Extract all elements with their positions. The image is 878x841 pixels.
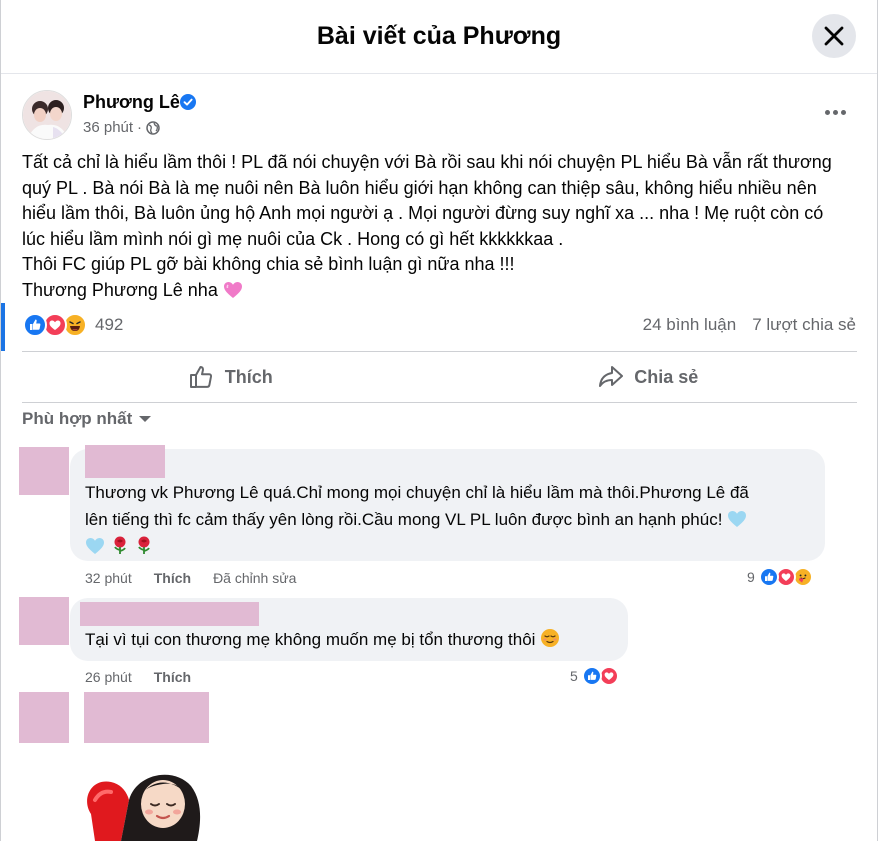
comment-reaction-count: 9 — [747, 569, 755, 585]
post-body: Tất cả chỉ là hiểu lầm thôi ! PL đã nói … — [22, 150, 862, 304]
commenter-name-redacted[interactable] — [84, 692, 209, 743]
like-reaction-icon — [23, 313, 47, 337]
post-stats: 24 bình luận 7 lượt chia sẻ — [643, 315, 856, 335]
reaction-summary[interactable]: 492 — [23, 312, 123, 338]
action-bar: Thích Chia sẻ — [22, 351, 857, 403]
pink-heart-emoji-icon — [223, 281, 242, 298]
light-blue-heart-emoji-icon — [86, 538, 104, 554]
heart-hug-sticker[interactable] — [81, 764, 221, 841]
comment-like-button[interactable]: Thích — [154, 669, 191, 685]
comment-avatar-redacted[interactable] — [19, 692, 69, 743]
more-dot-icon — [824, 109, 830, 115]
like-button[interactable]: Thích — [22, 352, 440, 402]
share-button[interactable]: Chia sẻ — [440, 352, 858, 402]
author-avatar[interactable] — [22, 90, 72, 140]
comment-time[interactable]: 32 phút — [85, 570, 132, 586]
more-dot-icon — [832, 109, 838, 115]
more-options-button[interactable] — [815, 98, 855, 126]
post-line: Thôi FC giúp PL gỡ bài không chia sẻ bìn… — [22, 254, 515, 275]
post-dialog: Bài viết của Phương Phương Lê 36 phút · — [0, 0, 878, 841]
share-arrow-icon — [599, 366, 624, 387]
comment-emoji-line — [85, 533, 820, 560]
relieved-face-emoji-icon — [541, 629, 560, 647]
comment-edited-label[interactable]: Đã chỉnh sửa — [213, 570, 296, 586]
love-reaction-icon — [775, 567, 796, 587]
commenter-name-redacted[interactable] — [80, 602, 259, 626]
close-button[interactable] — [812, 14, 856, 58]
post-line: quý PL . Bà nói Bà là mẹ nuôi nên Bà luô… — [22, 177, 817, 198]
comment-text: Thương vk Phương Lê quá.Chỉ mong mọi chu… — [85, 479, 820, 560]
comments-count[interactable]: 24 bình luận — [643, 315, 737, 335]
comment-line: Tại vì tụi con thương mẹ không muốn mẹ b… — [85, 630, 536, 649]
dialog-header: Bài viết của Phương — [1, 0, 877, 74]
comment-line-2: lên tiếng thì fc cảm thấy yên lòng rồi.C… — [85, 506, 820, 533]
globe-icon — [146, 120, 160, 135]
comment-reactions[interactable]: 5 — [570, 666, 619, 686]
post-line: hiểu lầm thôi, Bà luôn ủng hộ Anh mọi ng… — [22, 203, 824, 224]
comment-meta: 32 phút Thích Đã chỉnh sửa — [85, 570, 296, 586]
close-icon — [824, 26, 844, 46]
reaction-count: 492 — [95, 315, 124, 334]
author-name[interactable]: Phương Lê — [83, 92, 180, 113]
comment-meta: 26 phút Thích — [85, 669, 191, 685]
shares-count[interactable]: 7 lượt chia sẻ — [752, 315, 856, 335]
dialog-title: Bài viết của Phương — [316, 22, 562, 50]
light-blue-heart-emoji-icon — [728, 511, 747, 527]
comment-sort-dropdown[interactable]: Phù hợp nhất — [22, 409, 152, 429]
share-label: Chia sẻ — [634, 366, 699, 387]
thumbs-up-icon — [189, 366, 212, 388]
comment-time[interactable]: 26 phút — [85, 669, 132, 685]
rose-emoji-icon — [138, 536, 151, 554]
post-line: Tất cả chỉ là hiểu lầm thôi ! PL đã nói … — [22, 152, 832, 172]
care-reaction-icon — [792, 567, 813, 587]
comment-avatar-redacted[interactable] — [19, 597, 69, 645]
comment-reactions[interactable]: 9 — [747, 567, 813, 587]
comment-avatar-redacted[interactable] — [19, 447, 69, 495]
post-line: lúc hiểu lầm mình nói gì mẹ nuôi của Ck … — [22, 228, 564, 249]
focus-indicator — [1, 303, 5, 351]
sort-label: Phù hợp nhất — [22, 409, 133, 428]
like-label: Thích — [224, 366, 273, 387]
like-reaction-icon — [758, 567, 779, 587]
comment-reaction-count: 5 — [570, 668, 578, 684]
verified-badge-icon — [180, 94, 196, 110]
comment-line: lên tiếng thì fc cảm thấy yên lòng rồi.C… — [85, 510, 723, 529]
comment-text: Tại vì tụi con thương mẹ không muốn mẹ b… — [85, 626, 625, 653]
caret-down-icon — [139, 416, 152, 422]
more-dot-icon — [840, 109, 846, 115]
like-reaction-icon — [581, 666, 602, 686]
commenter-name-redacted[interactable] — [85, 445, 165, 478]
post-line: Thương Phương Lê nha — [22, 279, 218, 300]
post-meta: 36 phút · — [83, 119, 160, 136]
comment-line: Thương vk Phương Lê quá.Chỉ mong mọi chu… — [85, 483, 749, 502]
love-reaction-icon — [598, 666, 619, 686]
post-line-last: Thương Phương Lê nha — [22, 278, 862, 304]
post-time[interactable]: 36 phút — [83, 119, 133, 136]
meta-separator: · — [137, 119, 143, 136]
rose-emoji-icon — [113, 536, 126, 554]
comment-like-button[interactable]: Thích — [154, 570, 191, 586]
